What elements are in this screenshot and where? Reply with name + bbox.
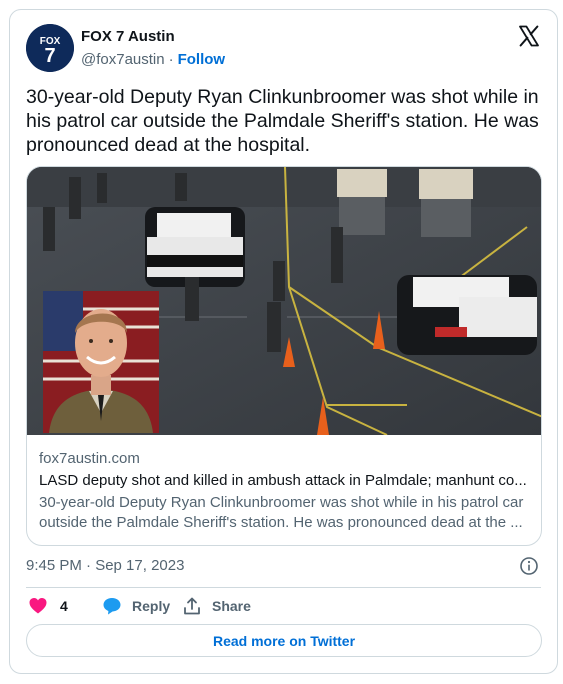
link-description: 30-year-old Deputy Ryan Clinkunbroomer w… [39,494,524,531]
share-icon [184,597,200,615]
link-domain: fox7austin.com [39,450,140,467]
link-preview-meta: fox7austin.com LASD deputy shot and kill… [39,449,529,533]
avatar-logo-line-2: 7 [44,45,55,67]
tweet-embed-card: FOX 7 FOX 7 Austin @fox7austin · Follow 30… [9,9,558,674]
heart-icon [29,598,47,614]
crime-scene-photo [27,167,541,435]
tweet-header: FOX 7 FOX 7 Austin @fox7austin · Follow [26,24,541,72]
timestamp-row: 9:45 PM · Sep 17, 2023 [26,556,541,576]
like-count: 4 [60,598,68,614]
share-button[interactable]: Share [182,594,251,618]
info-icon[interactable] [519,556,539,576]
x-logo-icon[interactable] [517,24,541,48]
follow-link[interactable]: Follow [178,51,226,68]
account-display-name[interactable]: FOX 7 Austin [81,27,225,47]
reply-label: Reply [132,598,171,614]
actions-divider [26,587,541,588]
tweet-timestamp[interactable]: 9:45 PM · Sep 17, 2023 [26,557,184,574]
share-label: Share [212,598,251,614]
read-more-button[interactable]: Read more on Twitter [26,624,542,657]
link-headline: LASD deputy shot and killed in ambush at… [39,472,527,489]
tweet-text: 30-year-old Deputy Ryan Clinkunbroomer w… [26,86,539,156]
deputy-portrait [43,291,159,433]
link-preview-image[interactable] [27,167,541,435]
handle-separator: · [168,51,174,68]
reply-button[interactable]: Reply [102,594,170,618]
account-names: FOX 7 Austin @fox7austin · Follow [81,27,225,70]
link-preview-card[interactable]: fox7austin.com LASD deputy shot and kill… [26,166,542,546]
account-avatar[interactable]: FOX 7 [26,24,74,72]
account-handle[interactable]: @fox7austin [81,51,165,68]
reply-bubble-icon [103,598,121,615]
like-button[interactable]: 4 [28,594,68,618]
account-handle-line: @fox7austin · Follow [81,50,225,70]
fox7-logo-icon: FOX 7 [26,24,74,72]
